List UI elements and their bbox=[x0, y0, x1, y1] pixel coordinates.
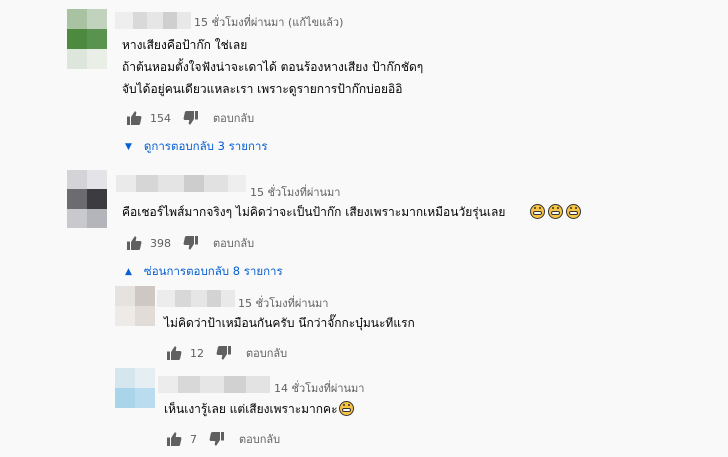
comment-time[interactable]: 15 ชั่วโมงที่ผ่านมา bbox=[194, 16, 285, 29]
comment-actions: 398 ตอบกลับ bbox=[126, 235, 254, 251]
caret-down-icon: ▼ bbox=[125, 142, 132, 152]
thumbs-down-icon[interactable] bbox=[209, 431, 225, 447]
comment-line: ไม่คิดว่าป้าเหมือนกันครับ นึกว่าจั๊กกะบุ… bbox=[164, 316, 415, 330]
thumbs-up-icon[interactable] bbox=[126, 110, 142, 126]
comment-text: เห็นเงารู้เลย แต่เสียงเพราะมากคะ bbox=[164, 398, 354, 420]
comment-text: ไม่คิดว่าป้าเหมือนกันครับ นึกว่าจั๊กกะบุ… bbox=[164, 312, 415, 334]
thumbs-down-icon[interactable] bbox=[216, 345, 232, 361]
comment-text: หางเสียงคือป้าก๊ก ใช่เลย ถ้าต้นหอมตั้งใจ… bbox=[122, 34, 423, 100]
comment-line: คือเชอร์ไพส์มากจริงๆ ไม่คิดว่าจะเป็นป้าก… bbox=[122, 205, 506, 219]
comment-time[interactable]: 15 ชั่วโมงที่ผ่านมา bbox=[250, 183, 341, 201]
author-name-blurred[interactable] bbox=[157, 290, 235, 307]
comment-actions: 12 ตอบกลับ bbox=[166, 345, 287, 361]
like-count: 7 bbox=[190, 432, 197, 446]
comment-meta: 15 ชั่วโมงที่ผ่านมา (แก้ไขแล้ว) bbox=[194, 13, 343, 31]
grinning-face-icon bbox=[338, 401, 354, 416]
thumbs-down-icon[interactable] bbox=[183, 110, 199, 126]
reply-button[interactable]: ตอบกลับ bbox=[239, 430, 280, 448]
thumbs-up-icon[interactable] bbox=[166, 345, 182, 361]
like-count: 398 bbox=[150, 236, 171, 250]
grinning-face-icon bbox=[566, 204, 582, 219]
like-count: 154 bbox=[150, 111, 171, 125]
comment-time[interactable]: 14 ชั่วโมงที่ผ่านมา bbox=[274, 379, 365, 397]
thumbs-up-icon[interactable] bbox=[126, 235, 142, 251]
comment-line: หางเสียงคือป้าก๊ก ใช่เลย bbox=[122, 38, 248, 52]
view-replies-label: ดูการตอบกลับ 3 รายการ bbox=[143, 139, 268, 153]
reply-button[interactable]: ตอบกลับ bbox=[213, 109, 254, 127]
caret-up-icon: ▲ bbox=[125, 267, 132, 277]
comment-time[interactable]: 15 ชั่วโมงที่ผ่านมา bbox=[238, 294, 329, 312]
author-name-blurred[interactable] bbox=[115, 12, 191, 29]
comment-line: ถ้าต้นหอมตั้งใจฟังน่าจะเดาได้ ตอนร้องหาง… bbox=[122, 60, 424, 74]
avatar[interactable] bbox=[115, 368, 155, 408]
avatar[interactable] bbox=[67, 170, 107, 228]
view-replies-button[interactable]: ▼ ดูการตอบกลับ 3 รายการ bbox=[125, 138, 268, 156]
comment-actions: 154 ตอบกลับ bbox=[126, 110, 254, 126]
author-name-blurred[interactable] bbox=[158, 376, 270, 393]
comment-text: คือเชอร์ไพส์มากจริงๆ ไม่คิดว่าจะเป็นป้าก… bbox=[122, 201, 582, 223]
thumbs-up-icon[interactable] bbox=[166, 431, 182, 447]
grinning-face-icon bbox=[548, 204, 564, 219]
like-count: 12 bbox=[190, 346, 204, 360]
hide-replies-label: ซ่อนการตอบกลับ 8 รายการ bbox=[143, 264, 283, 278]
hide-replies-button[interactable]: ▲ ซ่อนการตอบกลับ 8 รายการ bbox=[125, 263, 283, 281]
grinning-face-icon bbox=[530, 204, 546, 219]
avatar[interactable] bbox=[67, 9, 107, 69]
comment-actions: 7 ตอบกลับ bbox=[166, 431, 280, 447]
reply-button[interactable]: ตอบกลับ bbox=[246, 344, 287, 362]
comment-line: จับได้อยู่คนเดียวแหละเรา เพราะดูรายการป้… bbox=[122, 82, 403, 96]
author-name-blurred[interactable] bbox=[116, 175, 246, 192]
comment-line: เห็นเงารู้เลย แต่เสียงเพราะมากคะ bbox=[164, 402, 338, 416]
thumbs-down-icon[interactable] bbox=[183, 235, 199, 251]
edited-label: (แก้ไขแล้ว) bbox=[288, 16, 344, 29]
avatar[interactable] bbox=[115, 286, 155, 326]
reply-button[interactable]: ตอบกลับ bbox=[213, 234, 254, 252]
